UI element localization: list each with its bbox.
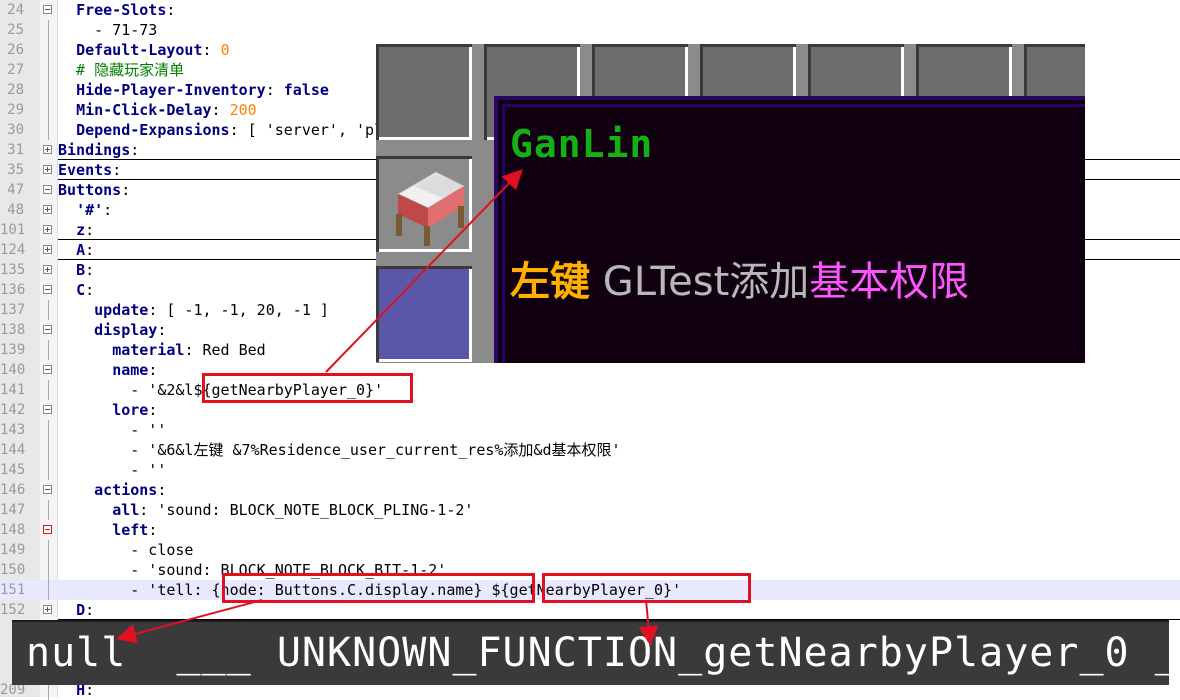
code-editor[interactable]: 24 Free-Slots: 25 - 71-73 26 Default-Layou…	[0, 0, 1180, 700]
annotation-arrows	[116, 169, 659, 646]
arrow-node-to-null	[116, 599, 263, 644]
arrow-name-to-tooltip	[325, 169, 523, 373]
arrow-tell-to-unknown	[638, 599, 659, 646]
